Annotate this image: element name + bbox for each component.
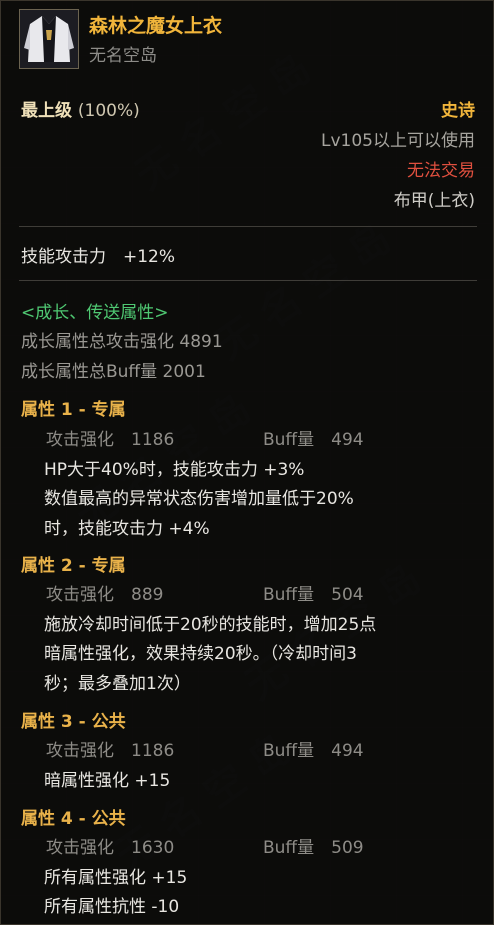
attribute-3-line-1: 暗属性强化 +15 [44,771,171,791]
attribute-1-line-2: 数值最高的异常状态伤害增加量低于20% [44,489,354,509]
item-tooltip: 森林之魔女上衣 无名空岛 最上级 (100%) 史诗 Lv105以上可以使用 无… [0,0,494,925]
item-slot: 布甲(上衣) [393,191,475,211]
attribute-1-attack: 攻击强化 1186 [46,430,175,450]
attribute-2-line-2: 暗属性强化，效果持续20秒。（冷却时间3 [44,644,357,664]
attribute-1-stats: 攻击强化 1186 Buff量 494 [46,425,364,450]
item-subtitle: 无名空岛 [89,46,157,66]
attribute-4-line-2: 所有属性抗性 -10 [44,897,180,917]
growth-header: <成长、传送属性> [21,303,169,323]
attribute-1-line-1: HP大于40%时，技能攻击力 +3% [44,460,305,480]
attribute-4-buff: Buff量 509 [263,838,364,858]
attribute-4-attack: 攻击强化 1630 [46,838,175,858]
attribute-2-stats: 攻击强化 889 Buff量 504 [46,580,364,605]
attribute-3-header: 属性 3 - 公共 [21,712,126,732]
item-grade: 最上级 (100%) [21,96,140,121]
attribute-1-buff: Buff量 494 [263,430,364,450]
attribute-3-stats: 攻击强化 1186 Buff量 494 [46,736,364,761]
attribute-2-attack: 攻击强化 889 [46,585,164,605]
grade-label: 最上级 [21,101,72,121]
attribute-1-line-3: 时，技能攻击力 +4% [44,519,210,539]
white-coat-armor-icon [19,9,79,69]
divider [19,226,477,227]
attribute-3-buff: Buff量 494 [263,741,364,761]
attribute-3-attack: 攻击强化 1186 [46,741,175,761]
attribute-4-line-1: 所有属性强化 +15 [44,868,188,888]
level-requirement: Lv105以上可以使用 [321,131,475,151]
attribute-2-line-3: 秒；最多叠加1次） [44,674,191,694]
attribute-2-line-1: 施放冷却时间低于20秒的技能时，增加25点 [44,615,377,635]
growth-total-buff: 成长属性总Buff量 2001 [21,362,206,382]
trade-status: 无法交易 [407,161,475,181]
attribute-2-header: 属性 2 - 专属 [21,556,126,576]
skill-attack-stat: 技能攻击力 +12% [21,247,176,267]
item-name: 森林之魔女上衣 [89,15,223,37]
growth-total-attack: 成长属性总攻击强化 4891 [21,332,223,352]
attribute-4-stats: 攻击强化 1630 Buff量 509 [46,833,364,858]
attribute-1-header: 属性 1 - 专属 [21,400,126,420]
divider [19,280,477,281]
grade-percent: (100%) [77,101,140,121]
attribute-2-buff: Buff量 504 [263,585,364,605]
attribute-4-header: 属性 4 - 公共 [21,809,126,829]
item-rarity: 史诗 [441,101,475,121]
